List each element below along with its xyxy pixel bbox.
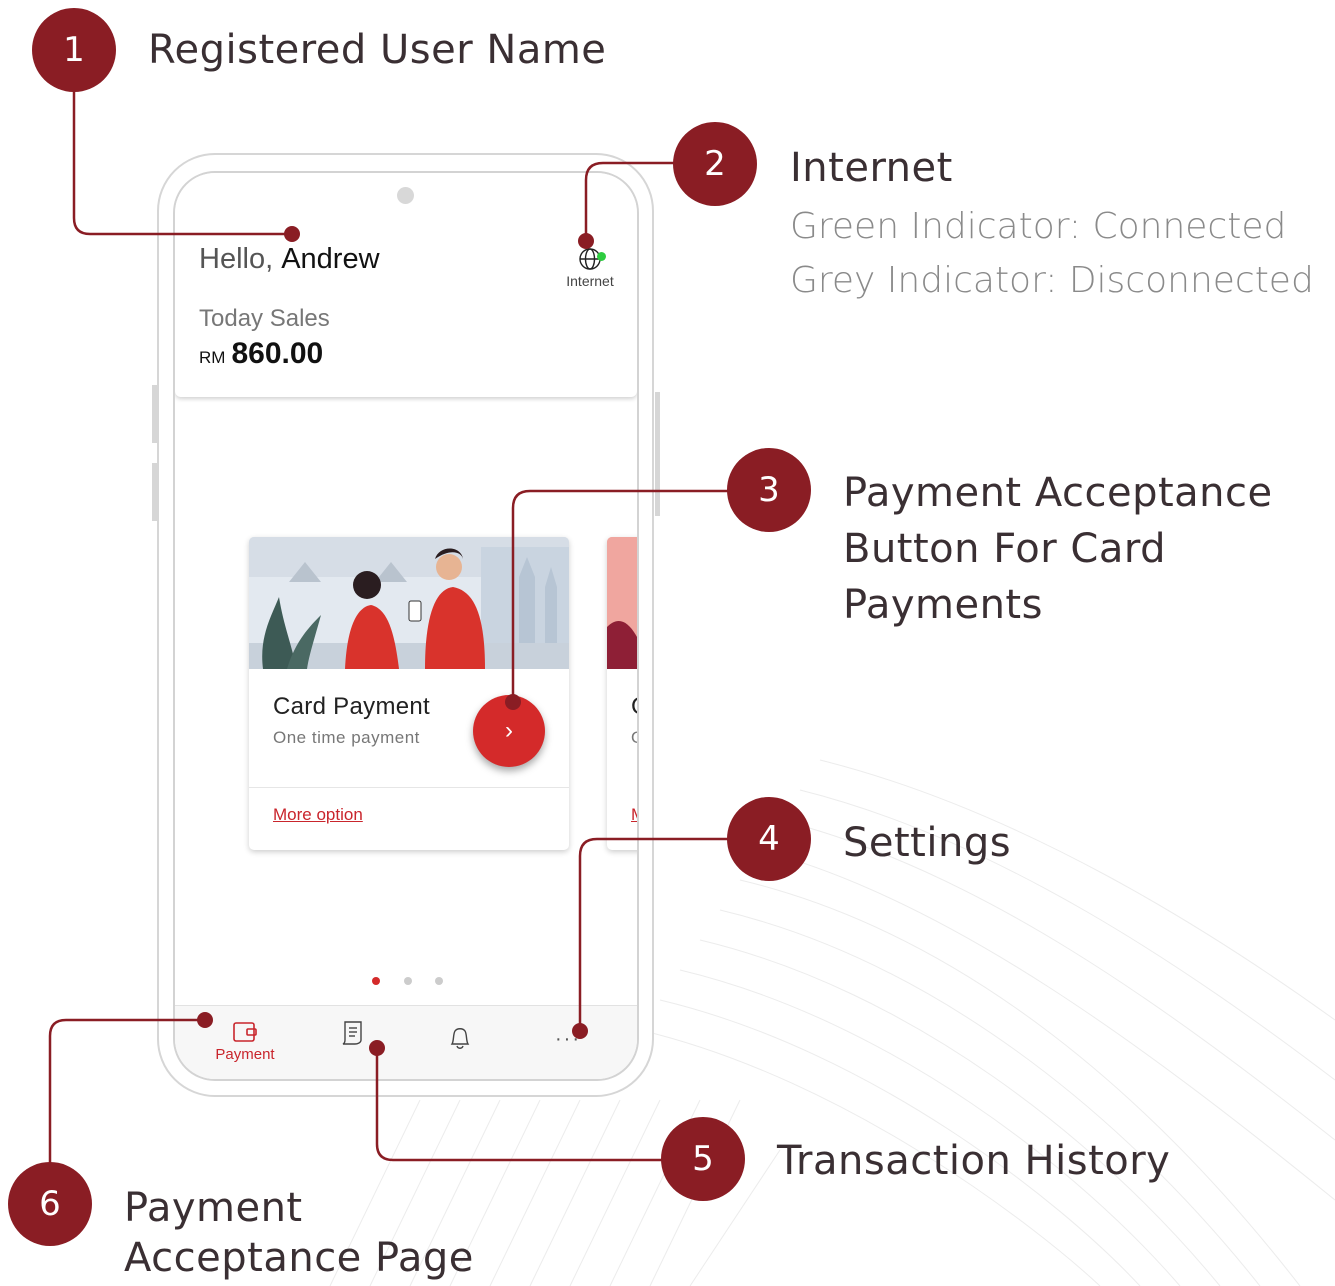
callout-badge-2: 2 (673, 122, 757, 206)
card-payment-illustration (249, 537, 569, 669)
nav-settings[interactable]: ··· (523, 1020, 613, 1051)
today-sales-amount: RM 860.00 (199, 337, 323, 371)
callout-sub-2a: Green Indicator: Connected (790, 206, 1287, 247)
sales-header: Hello, Andrew Internet Today Sales RM 860… (175, 173, 637, 397)
bell-icon (450, 1028, 470, 1049)
next-card-more-link[interactable]: M (631, 805, 637, 825)
card-payment-card[interactable]: Card Payment One time payment More optio… (249, 537, 569, 850)
next-card-title: C (631, 693, 637, 721)
nav-transaction-history[interactable] (307, 1020, 397, 1046)
callout-title-4: Settings (843, 820, 1012, 866)
receipt-icon (342, 1021, 362, 1045)
callout-badge-6: 6 (8, 1162, 92, 1246)
next-card-subtitle: O (631, 728, 637, 748)
next-payment-card[interactable]: C O M (607, 537, 637, 850)
nav-payment[interactable]: Payment (200, 1020, 290, 1063)
phone-power-button (655, 392, 660, 516)
internet-label: Internet (566, 273, 614, 289)
bottom-navigation: Payment ··· (175, 1005, 637, 1079)
callout-badge-5: 5 (661, 1117, 745, 1201)
card-payment-go-button[interactable]: › (473, 695, 545, 767)
callout-sub-2b: Grey Indicator: Disconnected (790, 260, 1314, 301)
callout-title-5: Transaction History (777, 1138, 1171, 1184)
phone-screen: Hello, Andrew Internet Today Sales RM 860… (173, 171, 639, 1081)
more-option-link[interactable]: More option (273, 805, 363, 825)
registered-user-name: Andrew (281, 243, 380, 275)
callout-title-3b: Button For Card (843, 526, 1166, 572)
card-payment-title: Card Payment (273, 693, 430, 720)
phone-camera (397, 187, 414, 204)
greeting-prefix: Hello, (199, 243, 282, 275)
card-divider (249, 787, 569, 788)
more-dots-icon: ··· (555, 1028, 581, 1050)
nav-notifications[interactable] (415, 1020, 505, 1052)
callout-title-3a: Payment Acceptance (843, 470, 1273, 516)
nav-payment-label: Payment (215, 1046, 275, 1063)
today-sales-label: Today Sales (199, 305, 330, 332)
callout-title-2: Internet (790, 145, 953, 191)
callout-badge-4: 4 (727, 797, 811, 881)
pager-dot-2[interactable] (404, 977, 412, 985)
callout-title-1: Registered User Name (148, 27, 607, 73)
card-payment-subtitle: One time payment (273, 728, 420, 747)
greeting: Hello, Andrew (199, 243, 380, 276)
callout-badge-1: 1 (32, 8, 116, 92)
callout-badge-3: 3 (727, 448, 811, 532)
sales-value: 860.00 (231, 337, 324, 370)
internet-status-dot (597, 252, 606, 261)
chevron-right-icon: › (505, 717, 513, 744)
next-card-illustration (607, 537, 637, 669)
pager-dot-1[interactable] (372, 977, 380, 985)
callout-title-3c: Payments (843, 582, 1043, 628)
currency-label: RM (199, 348, 226, 367)
wallet-icon (233, 1022, 257, 1042)
pager-dot-3[interactable] (435, 977, 443, 985)
callout-title-6b: Acceptance Page (124, 1235, 474, 1281)
internet-indicator[interactable]: Internet (555, 247, 625, 289)
callout-title-6a: Payment (124, 1185, 303, 1231)
